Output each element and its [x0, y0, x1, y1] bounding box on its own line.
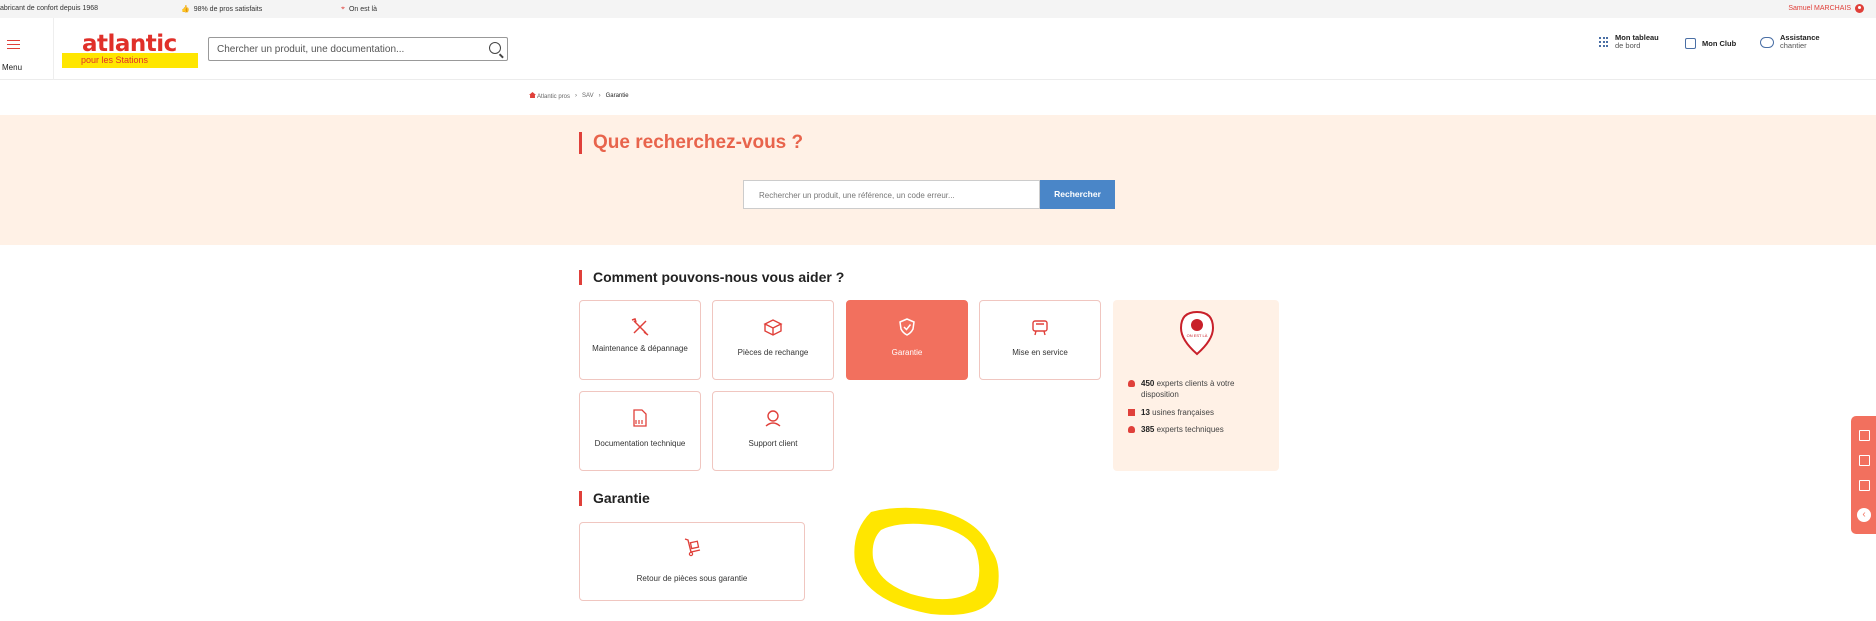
card-maintenance[interactable]: Maintenance & dépannage [579, 300, 701, 380]
location-pin-icon: ⌖ [341, 5, 345, 12]
card-support[interactable]: Support client [712, 391, 834, 471]
club-icon [1685, 38, 1696, 49]
card-warranty[interactable]: Garantie [846, 300, 968, 380]
card-commissioning[interactable]: Mise en service [979, 300, 1101, 380]
menu-button[interactable]: Menu [0, 18, 54, 80]
nav-assistance[interactable]: Assistance chantier [1760, 34, 1820, 50]
card-label: Retour de pièces sous garantie [636, 574, 748, 583]
box-icon [763, 319, 783, 336]
info-row: 13 usines françaises [1128, 407, 1214, 418]
building-icon[interactable] [1859, 480, 1870, 491]
hamburger-icon [7, 40, 20, 49]
hero-title: Que recherchez-vous ? [579, 132, 803, 154]
breadcrumb: Atlantic pros › SAV › Garantie [529, 92, 629, 100]
on-est-la-pin-icon: ON EST LÀ [1179, 310, 1215, 356]
info-row: 450 experts clients à votre disposition [1128, 378, 1268, 400]
card-label: Mise en service [1012, 348, 1068, 357]
card-label: Pièces de rechange [737, 348, 809, 357]
atlantic-logo[interactable]: atlantic pour les Stations [62, 32, 198, 68]
factory-icon [1128, 409, 1135, 416]
breadcrumb-home[interactable]: Atlantic pros [529, 92, 570, 100]
checklist-icon[interactable] [1859, 455, 1870, 466]
card-documentation[interactable]: Documentation technique [579, 391, 701, 471]
chat-bubbles-icon [1760, 36, 1774, 48]
yellow-circle-annotation [854, 507, 999, 615]
card-spare-parts[interactable]: Pièces de rechange [712, 300, 834, 380]
person-icon [1128, 426, 1135, 433]
topbar-item: abricant de confort depuis 1968 [0, 5, 99, 12]
tools-icon [631, 318, 649, 336]
user-icon [1855, 4, 1864, 13]
svg-text:ON EST LÀ: ON EST LÀ [1187, 333, 1208, 338]
search-icon[interactable] [489, 42, 501, 54]
search-hero: Que recherchez-vous ? Rechercher un prod… [0, 115, 1876, 245]
heater-icon [1032, 320, 1048, 336]
hand-truck-icon [684, 538, 701, 557]
page: abricant de confort depuis 1968 👍 98% de… [0, 0, 1876, 621]
breadcrumb-sav[interactable]: SAV [582, 93, 594, 99]
hero-search-input[interactable]: Rechercher un produit, une référence, un… [743, 180, 1040, 209]
card-label: Support client [748, 439, 798, 448]
person-icon [1128, 380, 1135, 387]
topbar-item: 👍 98% de pros satisfaits [181, 5, 263, 14]
home-icon [529, 92, 536, 98]
user-account-link[interactable]: Samuel MARCHAIS [1788, 4, 1864, 13]
warranty-section-title: Garantie [579, 491, 650, 506]
card-label: Maintenance & dépannage [592, 344, 688, 353]
nav-dashboard[interactable]: Mon tableau de bord [1599, 34, 1659, 50]
headset-icon [765, 410, 781, 427]
grid-icon [1599, 37, 1609, 47]
card-label: Documentation technique [594, 439, 686, 448]
collapse-arrow-icon[interactable]: ‹ [1857, 508, 1871, 522]
floating-tools: ‹ [1851, 416, 1876, 534]
info-row: 385 experts techniques [1128, 424, 1224, 435]
nav-club[interactable]: Mon Club [1685, 38, 1736, 49]
card-warranty-return[interactable]: Retour de pièces sous garantie [579, 522, 805, 601]
logo-subtitle: pour les Stations [62, 53, 198, 68]
search-button[interactable]: Rechercher [1040, 180, 1115, 209]
main-header: Menu atlantic pour les Stations Chercher… [0, 18, 1876, 80]
pdf-icon [633, 409, 647, 427]
header-search-input[interactable]: Chercher un produit, une documentation..… [208, 37, 508, 61]
info-panel: ON EST LÀ 450 experts clients à votre di… [1113, 300, 1279, 471]
shield-check-icon [899, 318, 915, 336]
breadcrumb-current: Garantie [605, 93, 629, 99]
topbar-item[interactable]: ⌖ On est là [341, 5, 377, 13]
card-label: Garantie [891, 348, 923, 357]
thumbs-up-icon: 👍 [181, 6, 190, 13]
top-info-bar: abricant de confort depuis 1968 👍 98% de… [0, 0, 1876, 18]
menu-label: Menu [2, 63, 23, 72]
user-name: Samuel MARCHAIS [1788, 5, 1851, 12]
help-section-title: Comment pouvons-nous vous aider ? [579, 270, 844, 285]
document-icon[interactable] [1859, 430, 1870, 441]
